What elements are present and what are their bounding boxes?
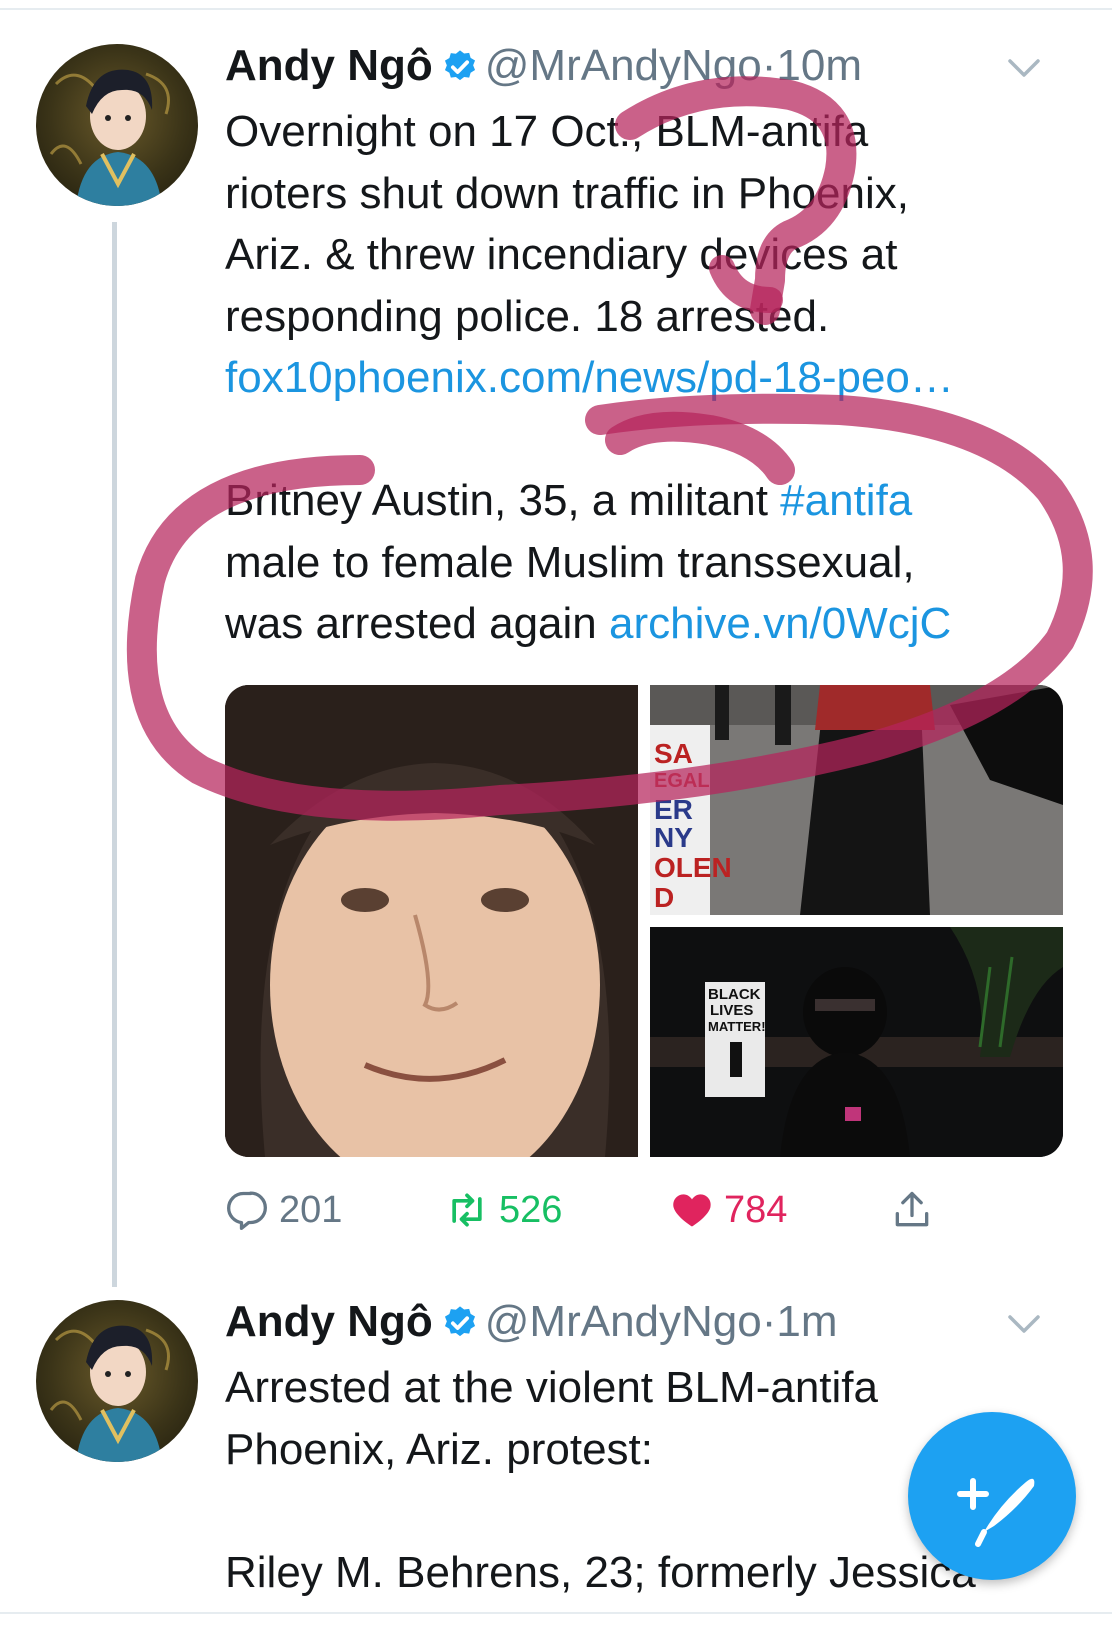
like-count: 784 [724,1188,788,1231]
chevron-down-icon[interactable] [1004,1304,1044,1344]
share-button[interactable] [890,1182,944,1238]
svg-text:OLEN: OLEN [654,852,732,883]
bottom-divider [0,1612,1112,1614]
media-image-protest-day[interactable]: SA EGAL ER NY OLEN D [650,685,1063,915]
author-handle[interactable]: @MrAndyNgo [485,41,762,90]
avatar-portrait-icon [49,1325,170,1462]
retweet-button[interactable]: 526 [445,1182,562,1238]
retweet-count: 526 [499,1188,563,1231]
reply-count: 201 [279,1188,343,1231]
svg-text:ER: ER [654,794,693,825]
avatar-portrait-icon [49,69,170,206]
tweet-text-line: was arrested again [225,599,609,648]
tweet-actions: 201 526 784 [225,1182,1005,1238]
like-button[interactable]: 784 [670,1182,787,1238]
separator-dot: · [761,1297,777,1346]
tweet-text-line: responding police. 18 arrested. [225,291,830,341]
tweet-text-line: Overnight on 17 Oct., BLM-antifa [225,107,869,156]
separator-dot: · [761,41,777,90]
reply-button[interactable]: 201 [225,1182,342,1238]
tweet-text-line: rioters shut down traffic in Phoenix, [225,168,909,218]
tweet-header: Andy Ngô @MrAndyNgo·1m [225,1294,838,1350]
avatar[interactable] [36,1300,198,1462]
news-link[interactable]: fox10phoenix.com/news/pd-18-peo… [225,353,954,402]
media-image-portrait[interactable] [225,685,638,1157]
media-grid: SA EGAL ER NY OLEN D BLACK LIVES MATTER! [225,685,1063,1157]
tweet-timestamp[interactable]: 1m [776,1297,837,1346]
verified-badge-icon [444,1306,475,1337]
compose-tweet-icon [957,1478,1035,1547]
svg-text:EGAL: EGAL [654,770,710,792]
compose-tweet-button[interactable] [908,1412,1076,1580]
archive-link[interactable]: archive.vn/0WcjC [609,599,951,648]
svg-text:NY: NY [654,822,693,853]
svg-text:D: D [654,882,674,913]
retweet-icon [452,1193,482,1227]
svg-text:LIVES: LIVES [710,1002,753,1019]
svg-text:SA: SA [654,738,693,769]
author-name[interactable]: Andy Ngô [225,41,433,90]
tweet-text-line: Arrested at the violent BLM-antifa [225,1363,878,1412]
tweet-text-line: male to female Muslim transsexual, [225,537,915,587]
tweet-text-line: Ariz. & threw incendiary devices at [225,230,898,279]
chevron-down-icon[interactable] [1004,48,1044,88]
tweet-body: Overnight on 17 Oct., BLM-antifa rioters… [225,101,1045,655]
tweet-text-line: Britney Austin, 35, a militant [225,476,781,525]
tweet-timestamp[interactable]: 10m [776,41,862,90]
reply-icon [227,1191,267,1230]
avatar[interactable] [36,44,198,206]
tweet-header: Andy Ngô @MrAndyNgo·10m [225,38,862,94]
heart-icon [673,1194,711,1227]
hashtag-link[interactable]: #antifa [780,476,912,525]
media-image-protest-night[interactable]: BLACK LIVES MATTER! [650,927,1063,1157]
author-handle[interactable]: @MrAndyNgo [485,1297,762,1346]
svg-text:BLACK: BLACK [708,986,761,1003]
author-name[interactable]: Andy Ngô [225,1297,433,1346]
svg-text:MATTER!: MATTER! [708,1019,766,1034]
thread-connector-line [112,222,117,1287]
verified-badge-icon [444,50,475,81]
share-icon [895,1191,929,1227]
top-divider [0,8,1112,10]
